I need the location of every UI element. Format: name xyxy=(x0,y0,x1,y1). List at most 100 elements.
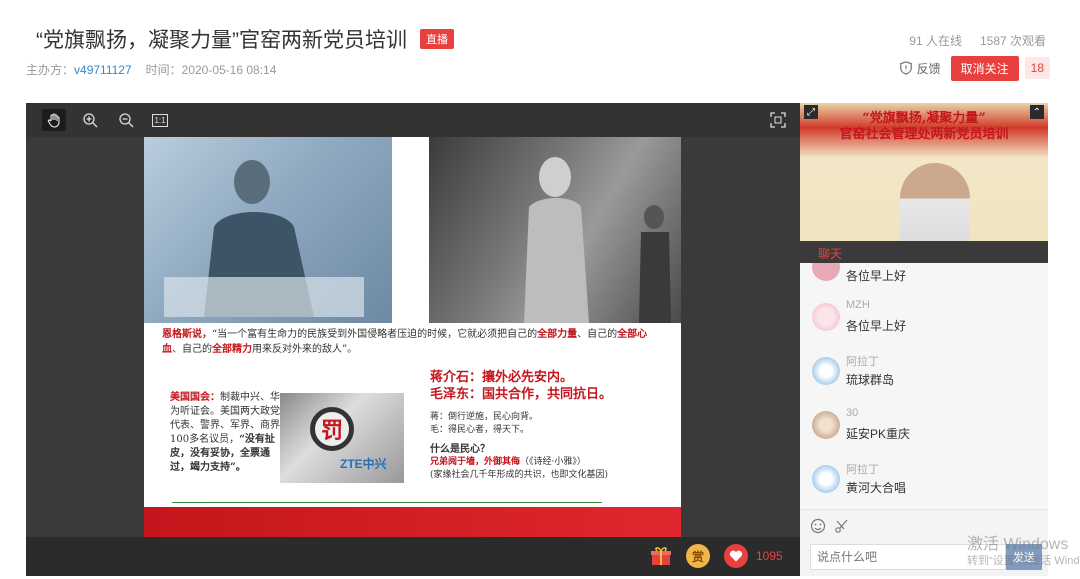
mao-note: 毛：得民心者，得天下。 xyxy=(430,425,530,435)
chat-username: 阿拉丁 xyxy=(846,356,879,368)
live-badge: 直播 xyxy=(420,29,454,49)
zoom-in-button[interactable] xyxy=(78,109,102,131)
proverb: 兄弟阋于墙，外御其侮 xyxy=(430,457,521,467)
actual-size-icon: 1:1 xyxy=(152,113,168,127)
chat-message-text: 延安PK重庆 xyxy=(846,427,911,441)
chat-message-text: 黄河大合唱 xyxy=(846,481,907,495)
page-header: “党旗飘扬，凝聚力量”官窑两新党员培训 直播 主办方：v49711127 时间：2… xyxy=(0,0,1080,100)
view-count: 1587 次观看 xyxy=(979,34,1046,48)
chat-username: 阿拉丁 xyxy=(846,464,879,476)
time-value: 2020-05-16 08:14 xyxy=(181,63,277,77)
slide-divider xyxy=(172,502,602,503)
avatar xyxy=(812,303,840,331)
avatar xyxy=(812,465,840,493)
zoom-out-button[interactable] xyxy=(114,109,138,131)
collapse-icon: ⌃ xyxy=(1032,106,1042,118)
like-count: 1095 xyxy=(756,549,783,563)
emoji-icon[interactable] xyxy=(810,518,826,534)
online-count: 91 人在线 xyxy=(909,34,962,48)
fit-screen-button[interactable] xyxy=(766,109,790,131)
quote-text-3: 、自己的 xyxy=(172,344,212,355)
gift-icon[interactable] xyxy=(650,546,672,566)
slide-quote: 恩格斯说，“当一个富有生命力的民族受到外国侵略者压迫的时候，它就必须把自己的全部… xyxy=(162,327,667,357)
shield-icon xyxy=(899,61,912,75)
video-collapse-button[interactable]: ⌃ xyxy=(1030,105,1044,119)
activation-watermark-sub: 转到“设置”以激活 Windows xyxy=(967,555,1080,567)
chiang-note: 蒋：倒行逆施，民心向背。 xyxy=(430,412,539,422)
meta-line: 主办方：v49711127 时间：2020-05-16 08:14 xyxy=(26,61,276,78)
penalty-magnifier-image: 罚 ZTE中兴 xyxy=(280,393,404,483)
like-button[interactable] xyxy=(724,544,748,568)
activation-watermark: 激活 Windows xyxy=(967,536,1069,553)
header-actions: 反馈 取消关注 18 xyxy=(899,55,1050,81)
chat-username: 30 xyxy=(846,407,859,419)
slide-photo-left xyxy=(144,137,392,323)
scissors-icon[interactable] xyxy=(834,518,850,534)
chat-message-text: 琉球群岛 xyxy=(846,373,895,387)
live-video[interactable]: “党旗飘扬,凝聚力量” 官窑社会管理处两新党员培训 ⤢ ⌃ xyxy=(800,103,1048,241)
slide: 恩格斯说，“当一个富有生命力的民族受到外国侵略者压迫的时候，它就必须把自己的全部… xyxy=(144,137,681,537)
quote-highlight-1: 全部力量 xyxy=(537,329,578,340)
slide-footer-bar xyxy=(144,507,681,537)
chat-message: 阿拉丁 琉球群岛 xyxy=(812,353,1042,393)
slide-photo-right xyxy=(429,137,681,323)
chiang-line: 蒋介石：攘外必先安内。 xyxy=(430,370,574,385)
chat-message: 阿拉丁 黄河大合唱 xyxy=(812,461,1042,501)
player-toolbar: 1:1 xyxy=(26,103,800,137)
quote-speaker: 恩格斯说， xyxy=(162,329,212,340)
video-banner-line2: 官窑社会管理处两新党员培训 xyxy=(839,127,1009,142)
slide-stage: 恩格斯说，“当一个富有生命力的民族受到外国侵略者压迫的时候，它就必须把自己的全部… xyxy=(26,137,800,537)
chat-message: 各位早上好 xyxy=(812,263,1042,289)
expand-icon: ⤢ xyxy=(807,106,815,118)
follow-count: 18 xyxy=(1024,57,1050,79)
congress-label: 美国国会： xyxy=(170,392,220,403)
slide-right-body: 蒋：倒行逆施，民心向背。 毛：得民心者，得天下。 什么是民心？ 兄弟阋于墙，外御… xyxy=(430,411,670,482)
zoom-in-icon xyxy=(83,113,98,128)
chat-message-text: 各位早上好 xyxy=(846,269,907,283)
quote-text-1: “当一个富有生命力的民族受到外国侵略者压迫的时候，它就必须把自己的 xyxy=(212,329,538,340)
slide-congress-text: 美国国会：制裁中兴、华为听证会。美国两大政党代表、警界、军界、商界100多名议员… xyxy=(170,391,282,475)
video-banner: “党旗飘扬,凝聚力量” 官窑社会管理处两新党员培训 xyxy=(800,111,1048,143)
chat-tab-label: 聊天 xyxy=(818,247,843,261)
host-label: 主办方： xyxy=(26,63,75,77)
quote-highlight-3: 全部精力 xyxy=(212,344,252,355)
avatar xyxy=(812,263,840,281)
quote-text-4: 用来反对外来的敌人”。 xyxy=(252,344,358,355)
page-title: “党旗飘扬，凝聚力量”官窑两新党员培训 xyxy=(36,29,407,52)
feedback-button[interactable]: 反馈 xyxy=(899,60,941,77)
document-player: 1:1 恩格斯说，“当一个富有生命力的民族受到外国侵略者压迫的时候，它就必须把自… xyxy=(26,103,800,576)
mao-line: 毛泽东：国共合作，共同抗日。 xyxy=(430,387,613,402)
proverb-source: （《诗经·小雅》） xyxy=(520,457,586,467)
hand-tool-button[interactable] xyxy=(42,109,66,131)
fit-screen-icon xyxy=(770,112,786,128)
slide-right-heading: 蒋介石：攘外必先安内。 毛泽东：国共合作，共同抗日。 xyxy=(430,369,670,403)
chat-message-text: 各位早上好 xyxy=(846,319,907,333)
zoom-out-icon xyxy=(119,113,134,128)
zte-logo-text: ZTE中兴 xyxy=(340,457,387,471)
avatar xyxy=(812,357,840,385)
side-panel: “党旗飘扬,凝聚力量” 官窑社会管理处两新党员培训 ⤢ ⌃ 聊天 各位早上好 M… xyxy=(800,103,1048,576)
video-expand-button[interactable]: ⤢ xyxy=(804,105,818,119)
chat-message: MZH 各位早上好 xyxy=(812,299,1042,339)
video-banner-line1: “党旗飘扬,凝聚力量” xyxy=(862,111,986,126)
reward-button[interactable]: 赏 xyxy=(686,544,710,568)
quote-text-2: 、自己的 xyxy=(577,329,618,340)
chat-message: 30 延安PK重庆 xyxy=(812,407,1042,447)
heart-icon xyxy=(729,550,743,562)
unfollow-button[interactable]: 取消关注 xyxy=(950,55,1019,81)
standing-figure-image xyxy=(524,157,671,323)
host-link[interactable]: v49711127 xyxy=(74,63,132,77)
speaker-figure xyxy=(900,163,970,241)
chat-list[interactable]: 各位早上好 MZH 各位早上好 阿拉丁 琉球群岛 30 延安PK重庆 阿拉丁 黄… xyxy=(800,263,1048,509)
portrait-figure-image xyxy=(164,160,364,317)
chat-username: MZH xyxy=(846,299,870,311)
actual-size-button[interactable]: 1:1 xyxy=(148,109,172,131)
player-footer: 赏 1095 xyxy=(26,537,800,576)
penalty-char: 罚 xyxy=(310,407,354,451)
proverb-note: (家缘社会几千年形成的共识，也即文化基因) xyxy=(430,470,609,480)
feedback-label: 反馈 xyxy=(916,61,941,76)
hand-icon xyxy=(47,113,60,128)
question: 什么是民心？ xyxy=(430,444,490,455)
time-label: 时间： xyxy=(145,63,182,77)
chat-tab[interactable]: 聊天 xyxy=(800,241,1048,263)
